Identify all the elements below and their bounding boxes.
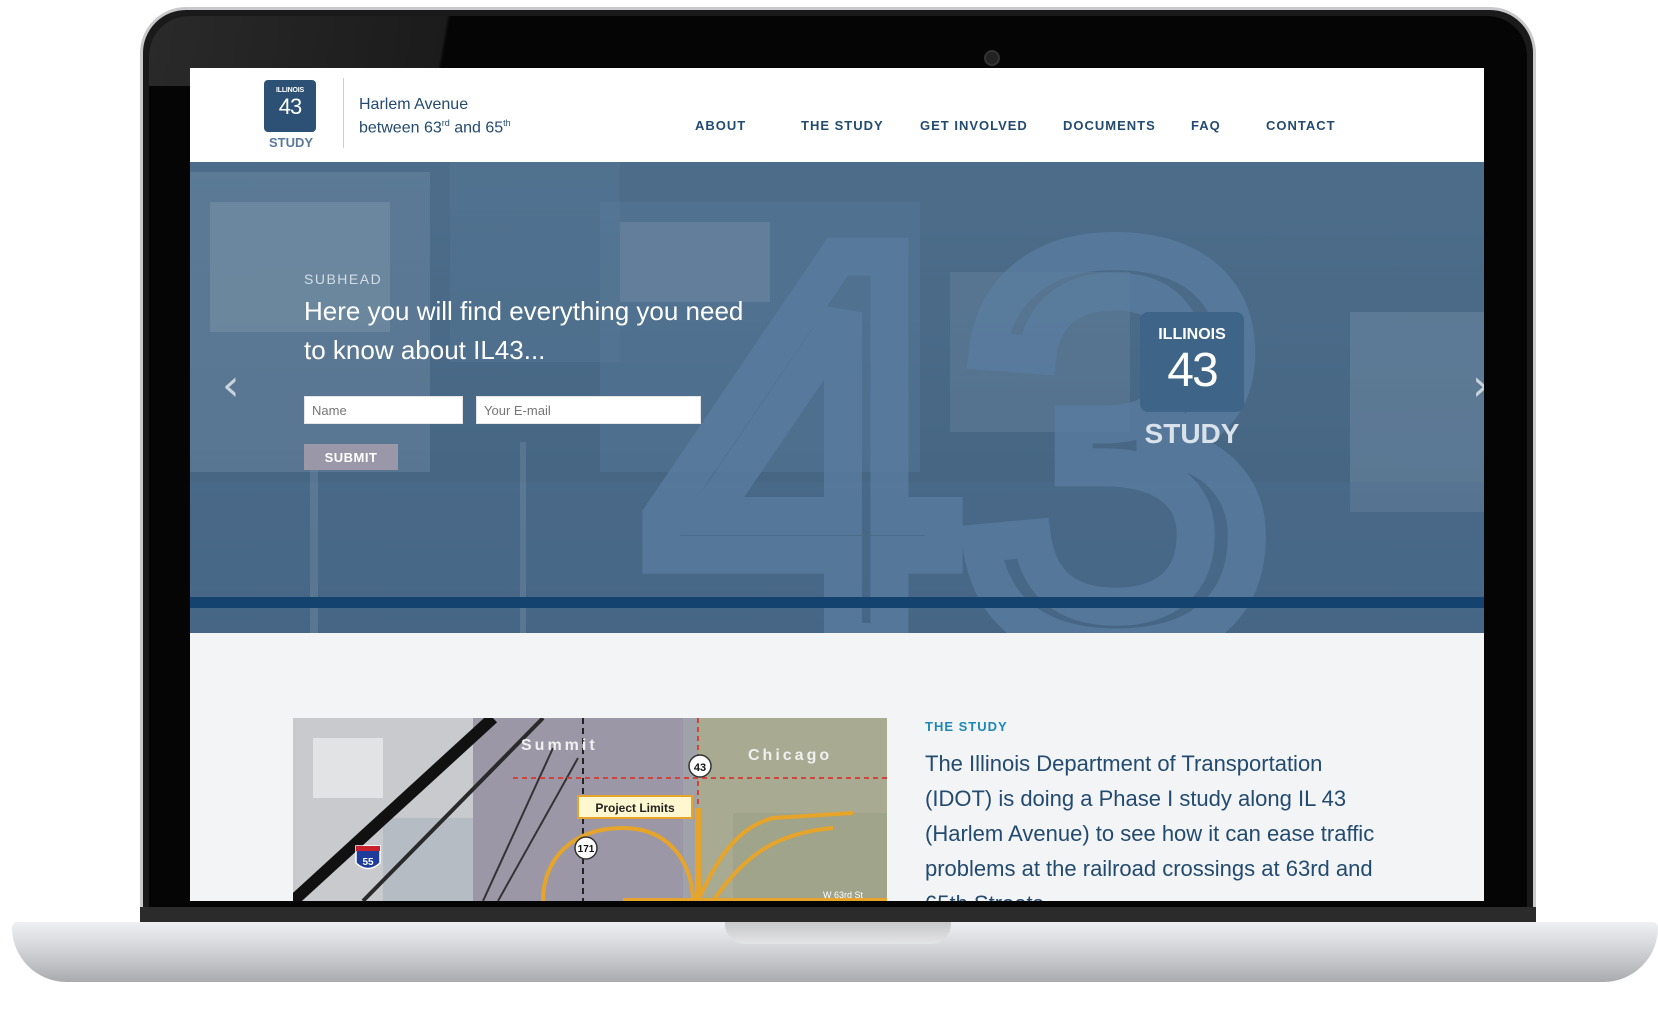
logo-study-text: STUDY [268, 135, 314, 150]
hero-badge-study-text: STUDY [1144, 418, 1240, 449]
logo-badge: ILLINOIS 43 [264, 80, 316, 132]
nav-documents[interactable]: DOCUMENTS [1063, 118, 1191, 133]
site-title: Harlem Avenue between 63rd and 65th [359, 96, 511, 137]
hero-badge-number: 43 [1167, 344, 1218, 397]
name-input[interactable] [304, 396, 463, 424]
hero-bottom-bar [190, 597, 1484, 608]
logo-number: 43 [278, 94, 302, 119]
svg-text:43: 43 [694, 762, 706, 774]
logo-divider [343, 78, 344, 148]
svg-text:Summit: Summit [521, 737, 598, 754]
nav-faq[interactable]: FAQ [1191, 118, 1266, 133]
camera-icon [984, 50, 1000, 66]
hero-logo-badge: ILLINOIS 43 [1140, 312, 1244, 412]
nav-get-involved[interactable]: GET INVOLVED [920, 118, 1063, 133]
hero-badge-top-text: ILLINOIS [1158, 326, 1226, 343]
browser-screen: ILLINOIS 43 STUDY Harlem Avenue between … [190, 68, 1484, 901]
svg-text:Project Limits: Project Limits [595, 801, 675, 815]
site-header: ILLINOIS 43 STUDY Harlem Avenue between … [190, 68, 1484, 162]
laptop-hinge [140, 907, 1536, 923]
svg-text:W 63rd St: W 63rd St [823, 890, 864, 900]
carousel-next-icon[interactable]: › [1472, 360, 1484, 411]
laptop-notch [725, 922, 951, 944]
svg-text:Chicago: Chicago [748, 747, 832, 764]
hero-carousel: 43 ‹ › SUBHEAD Here you will find everyt… [190, 162, 1484, 633]
site-logo[interactable]: ILLINOIS 43 STUDY [264, 80, 318, 154]
hero-subhead: SUBHEAD [304, 271, 383, 287]
main-nav: ABOUT THE STUDY GET INVOLVED DOCUMENTS F… [695, 118, 1346, 133]
nav-about[interactable]: ABOUT [695, 118, 801, 133]
carousel-prev-icon[interactable]: ‹ [222, 360, 240, 411]
svg-text:171: 171 [578, 844, 595, 855]
email-input[interactable] [476, 396, 701, 424]
the-study-label: THE STUDY [925, 719, 1008, 734]
name-field-wrapper [304, 396, 463, 424]
svg-text:55: 55 [362, 857, 374, 868]
project-map[interactable]: Project Limits Summit Chicago 43 171 55 … [293, 718, 887, 901]
submit-button[interactable]: SUBMIT [304, 444, 398, 470]
logo-top-text: ILLINOIS [276, 87, 304, 94]
nav-the-study[interactable]: THE STUDY [801, 118, 920, 133]
email-field-wrapper [476, 396, 701, 424]
the-study-body: The Illinois Department of Transportatio… [925, 751, 1375, 901]
nav-contact[interactable]: CONTACT [1266, 118, 1346, 133]
hero-heading: Here you will find everything you need t… [304, 296, 744, 365]
site-title-line2: between 63rd and 65th [359, 118, 511, 137]
site-title-line1: Harlem Avenue [359, 96, 469, 113]
